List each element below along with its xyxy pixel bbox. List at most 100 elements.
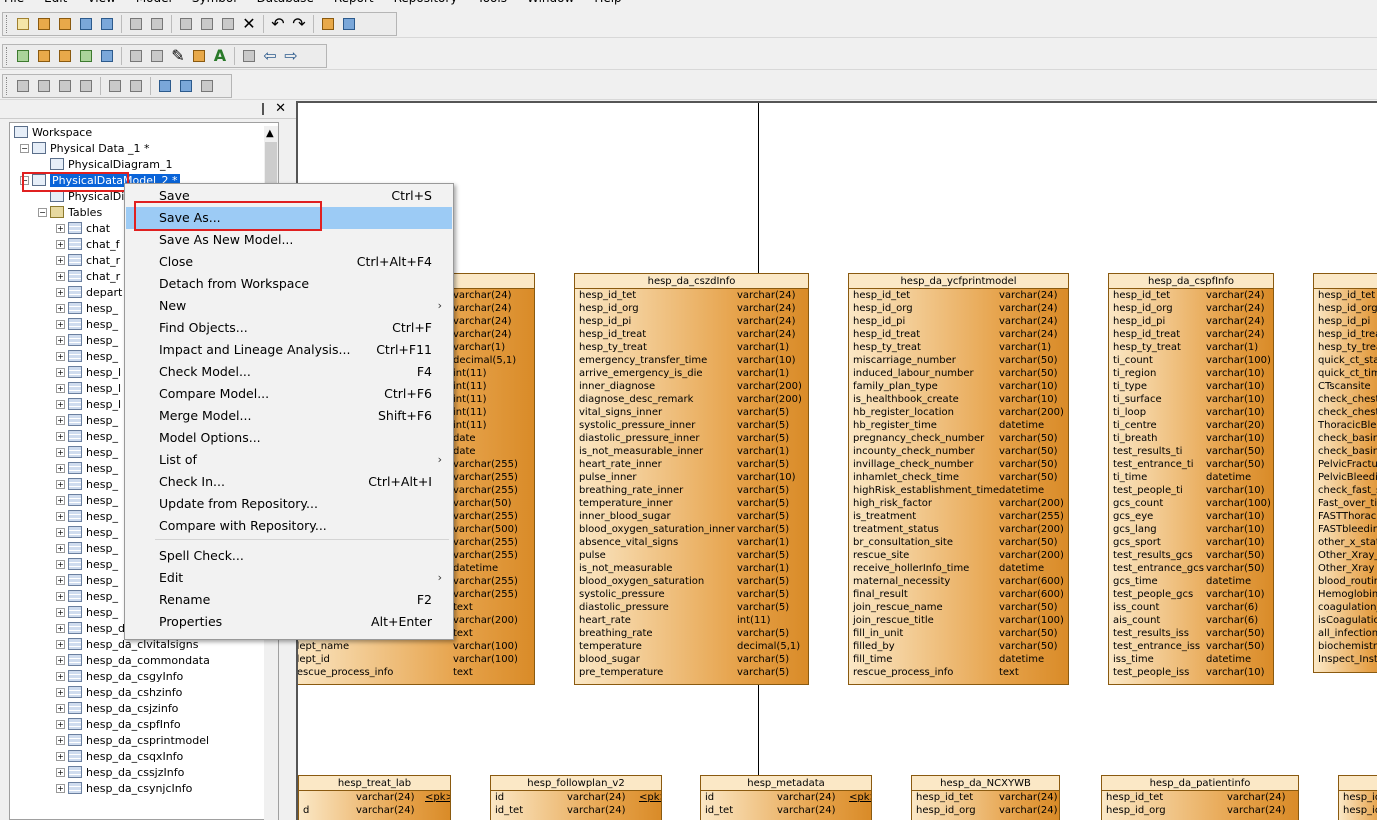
tree-table-item[interactable]: + hesp_da_cssjzInfo — [56, 765, 184, 781]
layout-6-icon[interactable] — [127, 77, 145, 95]
expand-toggle-icon[interactable]: + — [56, 432, 65, 441]
tree-table-item[interactable]: + hesp_ — [56, 333, 118, 349]
tree-table-item[interactable]: + hesp_ — [56, 605, 118, 621]
list-view-icon[interactable] — [177, 77, 195, 95]
context-item-spell-check[interactable]: Spell Check... — [126, 545, 452, 567]
entity-table[interactable]: hesp_da_cszdInfo hesp_id_tet varchar(24) he… — [574, 273, 809, 685]
expand-toggle-icon[interactable]: + — [56, 768, 65, 777]
menu-database[interactable]: Database — [257, 0, 314, 6]
tree-table-item[interactable]: + hesp_ — [56, 541, 118, 557]
entity-table[interactable]: hesp_da_ycfprintmodel hesp_id_tet varchar(… — [848, 273, 1069, 685]
expand-toggle-icon[interactable]: + — [56, 480, 65, 489]
print-preview-icon[interactable] — [127, 15, 145, 33]
redo-icon[interactable]: ↷ — [290, 15, 308, 33]
tree-table-item[interactable]: + hesp_da_csjzinfo — [56, 701, 178, 717]
expand-toggle-icon[interactable]: + — [56, 464, 65, 473]
tree-table-item[interactable]: + hesp_ — [56, 445, 118, 461]
expand-toggle-icon[interactable]: + — [56, 640, 65, 649]
open-icon[interactable] — [56, 15, 74, 33]
context-item-properties[interactable]: Properties Alt+Enter — [126, 611, 452, 633]
tree-table-item[interactable]: + hesp_ — [56, 589, 118, 605]
context-item-model-options[interactable]: Model Options... — [126, 427, 452, 449]
check-icon[interactable] — [98, 47, 116, 65]
menu-repository[interactable]: Repository — [394, 0, 458, 6]
expand-toggle-icon[interactable]: + — [56, 704, 65, 713]
tree-table-item[interactable]: + hesp_da_cshzinfo — [56, 685, 182, 701]
layout-4-icon[interactable] — [77, 77, 95, 95]
expand-toggle-icon[interactable]: + — [56, 528, 65, 537]
image-icon[interactable] — [148, 47, 166, 65]
context-item-update-from-repository[interactable]: Update from Repository... — [126, 493, 452, 515]
tree-table-item[interactable]: + hesp_l — [56, 381, 121, 397]
expand-toggle-icon[interactable]: + — [56, 448, 65, 457]
pen-icon[interactable]: ✎ — [169, 47, 187, 65]
context-item-compare-model[interactable]: Compare Model... Ctrl+F6 — [126, 383, 452, 405]
tree-table-item[interactable]: + hesp_da_csynjcInfo — [56, 781, 192, 797]
context-item-find-objects[interactable]: Find Objects... Ctrl+F — [126, 317, 452, 339]
print-icon[interactable] — [148, 15, 166, 33]
tree-table-item[interactable]: + hesp_ — [56, 557, 118, 573]
tree-table-item[interactable]: + hesp_ — [56, 461, 118, 477]
scroll-up-icon[interactable]: ▲ — [266, 128, 274, 139]
layout-5-icon[interactable] — [106, 77, 124, 95]
menu-model[interactable]: Model — [136, 0, 172, 6]
tree-table-item[interactable]: + hesp_ — [56, 301, 118, 317]
arrow-right-icon[interactable]: ⇨ — [282, 47, 300, 65]
context-item-rename[interactable]: Rename F2 — [126, 589, 452, 611]
tree-table-item[interactable]: + hesp_ — [56, 573, 118, 589]
tree-table-item[interactable]: + hesp_da_commondata — [56, 653, 210, 669]
expand-toggle-icon[interactable]: + — [56, 256, 65, 265]
tree-table-item[interactable]: + hesp_ — [56, 349, 118, 365]
tree-tables-folder[interactable]: − Tables — [38, 205, 102, 221]
expand-toggle-icon[interactable]: + — [56, 736, 65, 745]
new-icon[interactable] — [14, 15, 32, 33]
layout-2-icon[interactable] — [35, 77, 53, 95]
shape-icon[interactable] — [127, 47, 145, 65]
copy-icon[interactable] — [198, 15, 216, 33]
tree-table-item[interactable]: + hesp_da_csprintmodel — [56, 733, 209, 749]
arrow-left-icon[interactable]: ⇦ — [261, 47, 279, 65]
menu-symbol[interactable]: Symbol — [192, 0, 237, 6]
font-icon[interactable]: A — [211, 47, 229, 65]
new-diagram-icon[interactable] — [14, 47, 32, 65]
tree-table-item[interactable]: + chat_f — [56, 237, 119, 253]
context-item-compare-with-repository[interactable]: Compare with Repository... — [126, 515, 452, 537]
paste-icon[interactable] — [219, 15, 237, 33]
delete-icon[interactable]: ✕ — [240, 15, 258, 33]
layout-3-icon[interactable] — [56, 77, 74, 95]
menu-help[interactable]: Help — [594, 0, 621, 6]
menu-edit[interactable]: Edit — [44, 0, 67, 6]
context-item-close[interactable]: Close Ctrl+Alt+F4 — [126, 251, 452, 273]
tree-table-item[interactable]: + chat_r — [56, 269, 120, 285]
context-item-detach-from-workspace[interactable]: Detach from Workspace — [126, 273, 452, 295]
tree-table-item[interactable]: + hesp_da_cspfInfo — [56, 717, 181, 733]
context-item-new[interactable]: New › — [126, 295, 452, 317]
expand-toggle-icon[interactable]: + — [56, 608, 65, 617]
expand-toggle-icon[interactable]: + — [56, 512, 65, 521]
tree-workspace[interactable]: Workspace — [14, 125, 92, 141]
context-item-save-as-new-model[interactable]: Save As New Model... — [126, 229, 452, 251]
tree-model-1[interactable]: − Physical Data _1 * — [20, 141, 150, 157]
expand-toggle-icon[interactable]: + — [56, 288, 65, 297]
expand-toggle-icon[interactable]: + — [56, 688, 65, 697]
paint-icon[interactable] — [190, 47, 208, 65]
expand-toggle-icon[interactable]: + — [56, 624, 65, 633]
tree-table-item[interactable]: + hesp_ — [56, 429, 118, 445]
cut-icon[interactable] — [177, 15, 195, 33]
tree-table-item[interactable]: + chat — [56, 221, 110, 237]
expand-toggle-icon[interactable]: + — [56, 672, 65, 681]
context-item-edit[interactable]: Edit › — [126, 567, 452, 589]
expand-toggle-icon[interactable]: + — [56, 240, 65, 249]
package-icon[interactable] — [35, 47, 53, 65]
entity-table[interactable]: hesp_followplan_v2idvarchar(24)<pk>id_te… — [490, 775, 662, 820]
expand-toggle-icon[interactable]: + — [56, 416, 65, 425]
tree-table-item[interactable]: + hesp_ — [56, 525, 118, 541]
entity-table[interactable]: hesp_metadataid varchar(24) <pk> id_tet varc… — [700, 775, 872, 820]
expand-toggle-icon[interactable]: + — [56, 592, 65, 601]
tree-table-item[interactable]: + hesp_ — [56, 413, 118, 429]
tree-table-item[interactable]: + depart — [56, 285, 122, 301]
expand-toggle-icon[interactable]: − — [38, 208, 47, 217]
expand-toggle-icon[interactable]: + — [56, 352, 65, 361]
context-item-check-in[interactable]: Check In... Ctrl+Alt+I — [126, 471, 452, 493]
tree-table-item[interactable]: + hesp_ — [56, 477, 118, 493]
